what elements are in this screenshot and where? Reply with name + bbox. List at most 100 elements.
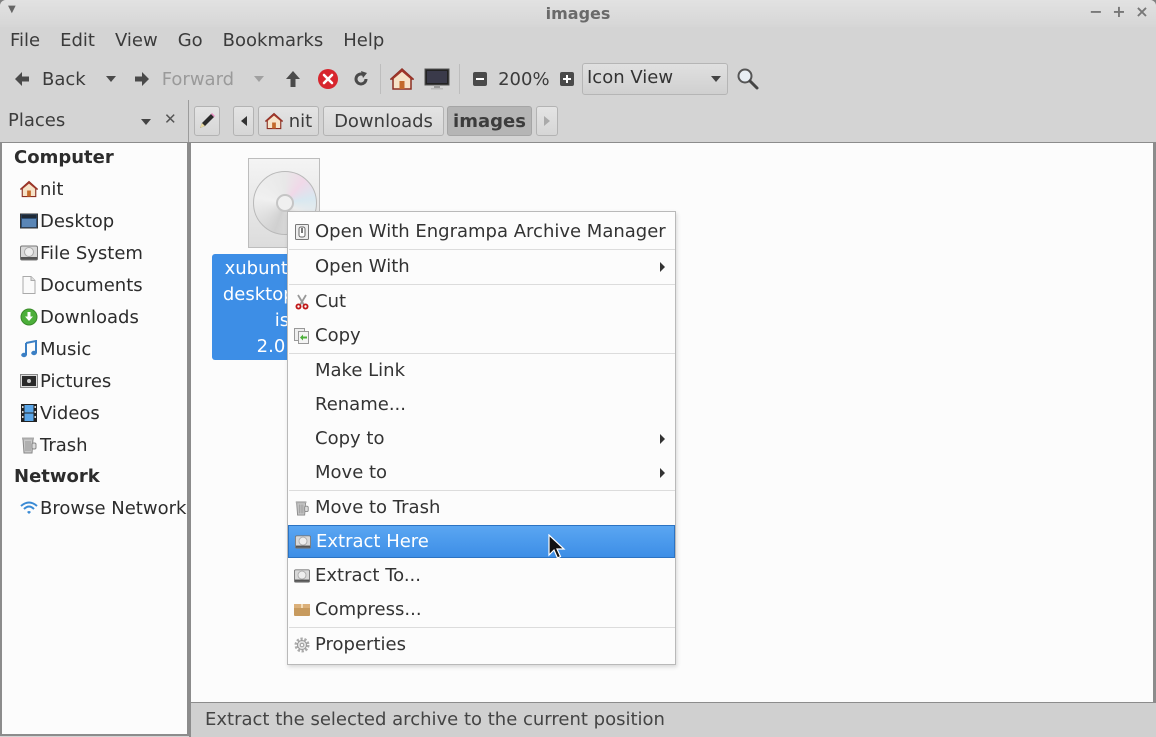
menu-item-move-to-trash[interactable]: Move to Trash (288, 491, 675, 524)
places-close-icon[interactable]: ✕ (164, 110, 177, 128)
menu-item-label: Open With (315, 256, 410, 277)
sidebar-section-computer: Computer (14, 147, 114, 168)
menu-item-make-link[interactable]: Make Link (288, 354, 675, 387)
home-icon (390, 67, 415, 90)
sidebar-item-browse-network[interactable]: Browse Network (20, 495, 186, 521)
menu-item-properties[interactable]: Properties (288, 628, 675, 661)
menu-item-label: Open With Engrampa Archive Manager (315, 221, 666, 242)
pencil-icon (200, 113, 215, 128)
sidebar-item-videos[interactable]: Videos (20, 400, 100, 426)
menu-item-label: Rename... (315, 394, 406, 415)
menu-go[interactable]: Go (168, 27, 213, 57)
home-icon (20, 180, 38, 198)
menu-item-label: Move to Trash (315, 497, 441, 518)
path-segment-home[interactable]: nit (258, 106, 319, 136)
zoom-in-button[interactable] (559, 62, 575, 96)
path-segment-label: Downloads (334, 110, 433, 132)
back-history-chevron-down-icon[interactable] (104, 75, 118, 83)
zoom-out-button[interactable] (472, 62, 488, 96)
menu-item-move-to[interactable]: Move to (288, 456, 675, 489)
up-button[interactable] (282, 62, 304, 96)
sidebar-item-trash[interactable]: Trash (20, 432, 88, 458)
path-segment-downloads[interactable]: Downloads (323, 106, 444, 136)
copy-icon (294, 327, 310, 344)
menu-item-open-with[interactable]: Open With (288, 250, 675, 283)
window-title: images (545, 4, 611, 23)
chevron-right-icon (544, 116, 550, 126)
close-button[interactable]: × (1132, 2, 1152, 21)
arrow-left-icon (12, 69, 32, 89)
menu-item-copy-to[interactable]: Copy to (288, 422, 675, 455)
path-scroll-right-button[interactable] (536, 106, 558, 136)
menu-item-label: Move to (315, 462, 388, 483)
title-bar[interactable]: ▼ images − + × (0, 0, 1156, 27)
package-icon (294, 602, 310, 618)
sidebar-item-file-system[interactable]: File System (20, 240, 143, 266)
menu-view[interactable]: View (105, 27, 168, 57)
menu-item-copy[interactable]: Copy (288, 319, 675, 352)
menu-help[interactable]: Help (333, 27, 394, 57)
sidebar-item-pictures[interactable]: Pictures (20, 368, 111, 394)
maximize-button[interactable]: + (1109, 2, 1129, 21)
menu-bar: File Edit View Go Bookmarks Help (0, 27, 1156, 57)
back-label: Back (42, 68, 86, 90)
menu-file[interactable]: File (0, 27, 50, 57)
drive-icon (20, 244, 38, 262)
sidebar-item-documents[interactable]: Documents (20, 272, 143, 298)
search-button[interactable] (736, 67, 760, 91)
music-icon (20, 340, 38, 358)
menu-edit[interactable]: Edit (50, 27, 105, 57)
back-button[interactable]: Back (12, 62, 86, 96)
computer-icon (424, 68, 450, 90)
arrow-right-icon (132, 69, 152, 89)
zoom-level: 200% (498, 68, 550, 90)
mouse-cursor-icon (548, 534, 566, 559)
menu-item-cut[interactable]: Cut (288, 285, 675, 318)
menu-item-label: Extract To... (315, 565, 421, 586)
trash-icon (294, 500, 310, 516)
videos-icon (20, 404, 38, 422)
menu-item-label: Compress... (315, 599, 422, 620)
reload-button[interactable] (350, 62, 372, 96)
forward-button[interactable]: Forward (132, 62, 234, 96)
menu-item-rename[interactable]: Rename... (288, 388, 675, 421)
menu-item-extract-to[interactable]: Extract To... (288, 559, 675, 592)
sidebar-item-home[interactable]: nit (20, 176, 63, 202)
status-text: Extract the selected archive to the curr… (205, 709, 665, 730)
sidebar-item-downloads[interactable]: Downloads (20, 304, 139, 330)
sidebar-item-music[interactable]: Music (20, 336, 91, 362)
stop-button[interactable] (316, 62, 340, 96)
menu-item-open-with-engrampa[interactable]: Open With Engrampa Archive Manager (288, 215, 675, 248)
menu-bookmarks[interactable]: Bookmarks (213, 27, 334, 57)
view-mode-value: Icon View (587, 67, 674, 88)
submenu-arrow-icon (660, 261, 665, 272)
places-dropdown-chevron-down-icon[interactable] (141, 119, 151, 125)
sidebar-item-label: Desktop (40, 210, 115, 232)
path-scroll-left-button[interactable] (233, 106, 254, 136)
view-mode-select[interactable]: Icon View (582, 63, 728, 95)
sidebar-item-label: File System (40, 242, 143, 264)
forward-history-chevron-down-icon[interactable] (252, 75, 266, 83)
search-icon (737, 68, 759, 90)
status-bar: Extract the selected archive to the curr… (189, 702, 1156, 737)
menu-item-extract-here[interactable]: Extract Here (288, 525, 675, 558)
chevron-down-icon (711, 76, 721, 82)
sidebar-item-label: Pictures (40, 370, 112, 392)
toolbar: Back Forward 200% (0, 58, 1156, 101)
context-menu: Open With Engrampa Archive Manager Open … (287, 211, 676, 665)
path-segment-images[interactable]: images (447, 106, 532, 136)
computer-button[interactable] (423, 62, 451, 96)
places-label: Places (8, 110, 66, 131)
pictures-icon (20, 372, 38, 390)
toggle-location-edit-button[interactable] (194, 106, 220, 136)
network-icon (20, 499, 38, 517)
download-icon (20, 308, 38, 326)
sidebar-item-desktop[interactable]: Desktop (20, 208, 114, 234)
minimize-button[interactable]: − (1086, 2, 1106, 21)
zoom-out-icon (473, 72, 488, 86)
path-segment-label: nit (288, 110, 313, 132)
sidebar-item-label: Music (40, 338, 92, 360)
home-button[interactable] (389, 62, 415, 96)
menu-item-compress[interactable]: Compress... (288, 593, 675, 626)
menu-item-label: Make Link (315, 360, 405, 381)
